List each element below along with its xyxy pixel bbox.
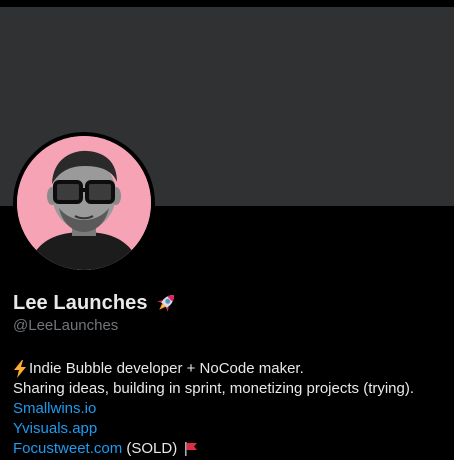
profile-info: Lee Launches @LeeLaunches Indie Bubble d… (13, 290, 443, 459)
bio-text-1: Indie Bubble developer + NoCode maker. (29, 360, 304, 377)
bio-line-4: Yvisuals.app (13, 419, 443, 439)
lightning-bolt-icon (14, 360, 26, 378)
sold-label: (SOLD) (126, 440, 178, 457)
bio-line-2: Sharing ideas, building in sprint, monet… (13, 379, 443, 399)
rocket-icon (156, 295, 174, 312)
avatar-ring (13, 132, 155, 274)
handle: @LeeLaunches (13, 317, 119, 334)
avatar[interactable] (17, 136, 151, 270)
red-flag-icon (185, 442, 198, 456)
top-strip (0, 0, 454, 7)
bio-line-1: Indie Bubble developer + NoCode maker. (13, 359, 443, 379)
link-smallwins[interactable]: Smallwins.io (13, 399, 96, 419)
avatar-photo (17, 136, 151, 270)
bio-line-3: Smallwins.io (13, 399, 443, 419)
display-name: Lee Launches (13, 291, 148, 314)
bio-line-5: Focustweet.com (SOLD) (13, 439, 443, 459)
name-row: Lee Launches (13, 290, 443, 316)
link-focustweet[interactable]: Focustweet.com (13, 439, 122, 459)
bio-text-2: Sharing ideas, building in sprint, monet… (13, 380, 415, 397)
link-yvisuals[interactable]: Yvisuals.app (13, 419, 97, 439)
bio: Indie Bubble developer + NoCode maker. S… (13, 359, 443, 459)
